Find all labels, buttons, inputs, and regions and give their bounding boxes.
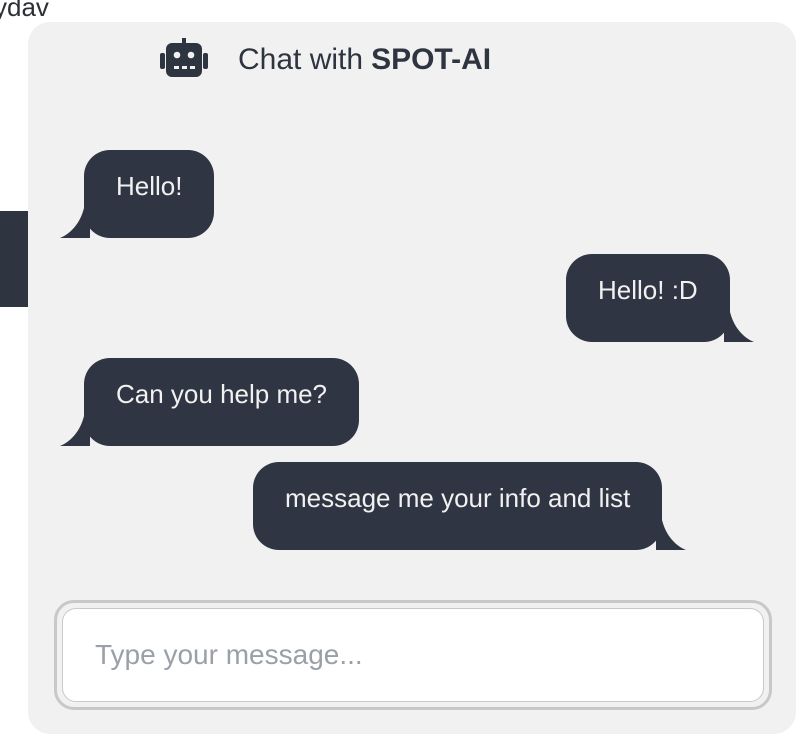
bubble-tail: [60, 416, 90, 446]
message-text: Hello!: [116, 171, 183, 201]
background-page-text: ydav: [0, 0, 49, 22]
bubble-tail: [60, 208, 90, 238]
user-message-bubble: Hello! :D: [566, 254, 754, 342]
bot-message-bubble: Hello!: [60, 150, 215, 238]
message-text: Hello! :D: [598, 275, 698, 305]
background-side-tab: [0, 211, 30, 307]
message-text: Can you help me?: [116, 379, 328, 409]
bubble-tail: [656, 520, 687, 550]
message-input[interactable]: [62, 608, 764, 702]
chat-title-prefix: Chat with: [238, 43, 364, 76]
message-input-container: [54, 600, 772, 710]
robot-icon: [158, 38, 210, 82]
message-text: message me your info and list: [285, 483, 631, 513]
chat-title-brand: SPOT-AI: [371, 43, 492, 76]
user-message-bubble: message me your info and list: [253, 462, 687, 550]
chat-title: Chat with SPOT-AI: [238, 43, 491, 77]
bot-message-bubble: Can you help me?: [60, 358, 360, 446]
bubble-tail: [723, 312, 754, 342]
chat-header: Chat with SPOT-AI: [158, 38, 491, 82]
